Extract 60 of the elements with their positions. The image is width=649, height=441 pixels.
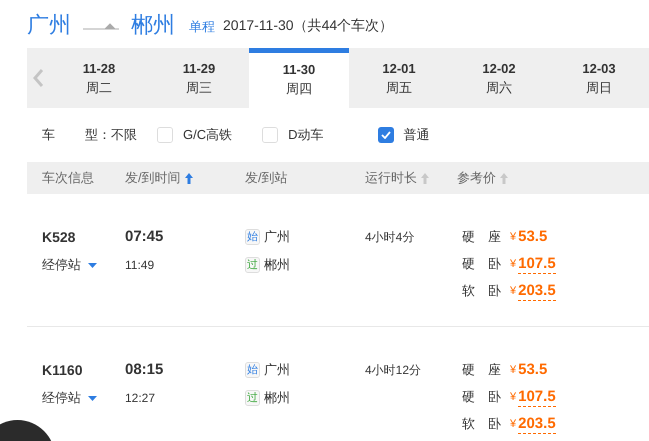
station-badge: 始 bbox=[245, 362, 260, 378]
currency-symbol: ¥ bbox=[510, 230, 516, 245]
column-header[interactable]: 车次信息 bbox=[42, 168, 94, 188]
duration: 4小时12分 bbox=[365, 363, 422, 377]
train-number: K528 bbox=[42, 228, 76, 247]
duration: 4小时4分 bbox=[365, 230, 414, 244]
column-header[interactable]: 发/到站 bbox=[245, 168, 288, 188]
stops-link[interactable]: 经停站 bbox=[42, 388, 125, 408]
currency-symbol: ¥ bbox=[510, 256, 516, 272]
departure-time: 08:15 bbox=[125, 360, 164, 380]
seat-type: 硬 座 bbox=[462, 361, 502, 380]
sort-arrow-icon[interactable] bbox=[500, 172, 508, 184]
checkbox[interactable] bbox=[262, 127, 278, 143]
seat-type: 软 卧 bbox=[462, 282, 502, 300]
station-name: 郴州 bbox=[264, 389, 290, 408]
destination-city: 郴州 bbox=[131, 14, 175, 36]
filter-label: 车 bbox=[42, 126, 55, 144]
station-name: 广州 bbox=[264, 228, 290, 246]
station-badge: 过 bbox=[245, 390, 260, 406]
trip-type: 单程 bbox=[189, 18, 215, 36]
seat-type: 硬 座 bbox=[462, 228, 502, 246]
currency-symbol: ¥ bbox=[510, 390, 516, 405]
column-header[interactable]: 参考价 bbox=[457, 168, 496, 188]
caret-icon bbox=[88, 396, 97, 400]
date-tab[interactable]: 12-01 周五 bbox=[349, 48, 449, 108]
train-number: K1160 bbox=[42, 361, 84, 380]
checkbox[interactable] bbox=[157, 127, 173, 143]
seat-type: 硬 卧 bbox=[462, 255, 502, 274]
arrow-icon bbox=[83, 22, 119, 30]
date-tab[interactable]: 11-29 周三 bbox=[149, 48, 249, 108]
station-badge: 始 bbox=[245, 229, 260, 245]
currency-symbol: ¥ bbox=[510, 416, 516, 432]
date-tab[interactable]: 11-30 周四 bbox=[249, 48, 349, 108]
departure-time: 07:45 bbox=[125, 227, 164, 247]
arrival-time: 12:27 bbox=[125, 390, 156, 407]
filter-label: 型：不限 bbox=[85, 126, 137, 144]
checkbox[interactable] bbox=[378, 127, 394, 143]
seat-type: 硬 卧 bbox=[462, 388, 502, 406]
column-header[interactable]: 运行时长 bbox=[365, 168, 417, 188]
date-tab[interactable]: 12-03 周日 bbox=[549, 48, 649, 108]
station-name: 郴州 bbox=[264, 256, 290, 274]
checkbox-label[interactable]: 普通 bbox=[404, 125, 430, 145]
check-icon bbox=[380, 131, 391, 139]
stops-link[interactable]: 经停站 bbox=[42, 255, 125, 275]
date-tab[interactable]: 12-02 周六 bbox=[449, 48, 549, 108]
date-tab[interactable]: 11-28 周二 bbox=[49, 48, 149, 108]
sort-arrow-icon[interactable] bbox=[184, 172, 193, 184]
sort-arrow-icon[interactable] bbox=[421, 172, 429, 184]
caret-icon bbox=[88, 262, 97, 268]
search-summary: 2017-11-30（共44个车次） bbox=[223, 16, 394, 35]
column-header[interactable]: 发/到时间 bbox=[125, 168, 181, 188]
origin-city: 广州 bbox=[27, 14, 71, 36]
currency-symbol: ¥ bbox=[510, 362, 516, 378]
checkbox-label[interactable]: G/C高铁 bbox=[183, 125, 232, 145]
seat-type: 软 卧 bbox=[462, 415, 502, 434]
checkbox-label[interactable]: D动车 bbox=[288, 125, 324, 145]
station-name: 广州 bbox=[264, 361, 290, 380]
arrival-time: 11:49 bbox=[125, 257, 156, 274]
station-badge: 过 bbox=[245, 257, 260, 273]
currency-symbol: ¥ bbox=[510, 284, 516, 299]
